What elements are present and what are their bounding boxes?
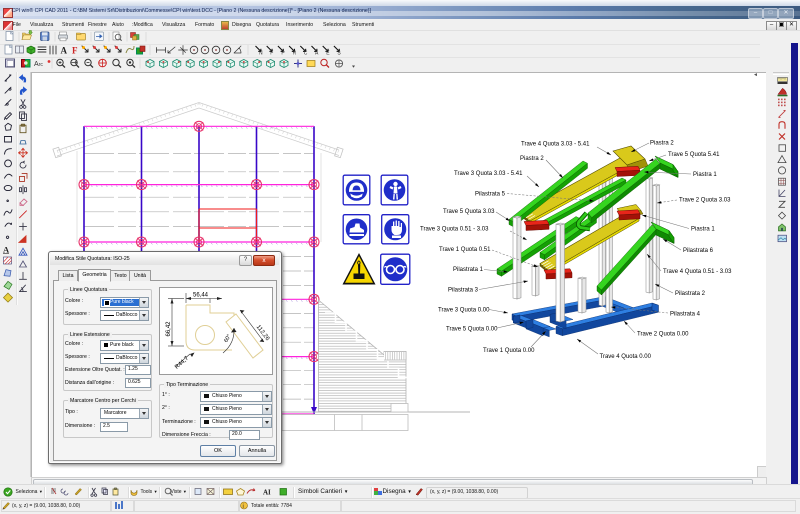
svg-text:F: F — [270, 51, 273, 57]
svg-text:66,42: 66,42 — [166, 321, 172, 337]
svg-text:A: A — [315, 51, 319, 57]
svg-text:56,44: 56,44 — [193, 293, 209, 299]
svg-text:AI: AI — [263, 489, 271, 497]
svg-text:F: F — [72, 46, 78, 56]
svg-text:A: A — [3, 244, 10, 254]
svg-text:R44,7: R44,7 — [174, 355, 191, 370]
svg-text:A: A — [61, 46, 68, 56]
svg-text:C: C — [304, 51, 308, 57]
svg-text:R: R — [293, 51, 297, 57]
svg-text:E: E — [326, 51, 330, 57]
svg-text:P: P — [281, 51, 285, 57]
svg-text:Arc: Arc — [34, 61, 43, 68]
svg-text:N: N — [259, 51, 263, 57]
svg-text:S: S — [337, 51, 341, 57]
